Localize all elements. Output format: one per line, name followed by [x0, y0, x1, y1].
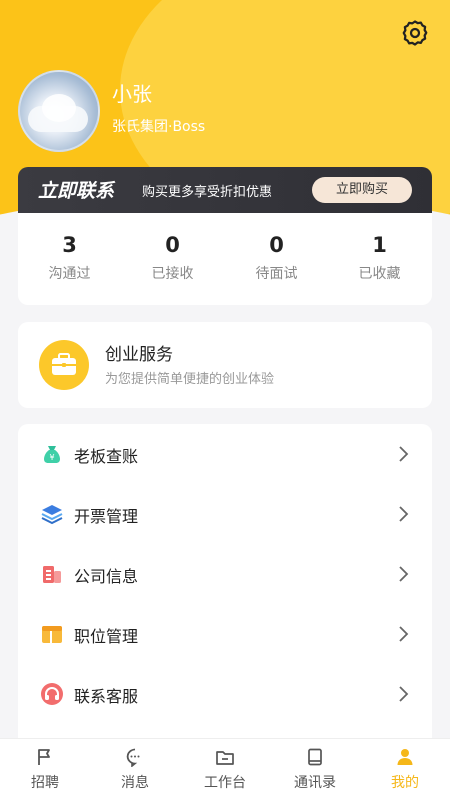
folder-icon: [215, 747, 235, 767]
tab-label: 通讯录: [294, 775, 336, 791]
user-icon: [395, 747, 415, 767]
stat-label: 已收藏: [358, 266, 401, 282]
briefcase-icon: [39, 340, 89, 390]
layers-icon: [40, 502, 64, 526]
menu-item-invoice-management[interactable]: 开票管理: [18, 484, 432, 544]
avatar-cloud: [42, 94, 76, 122]
menu-item-label: 公司信息: [74, 567, 139, 586]
tab-recruit[interactable]: 招聘: [0, 739, 90, 801]
menu-item-label: 老板查账: [74, 447, 139, 466]
bottom-tab-bar: 招聘 消息 工作台 通讯录 我的: [0, 738, 450, 801]
promo-subtitle: 购买更多享受折扣优惠: [142, 185, 273, 200]
tab-workbench[interactable]: 工作台: [180, 739, 270, 801]
chevron-right-icon: [398, 624, 410, 644]
svg-text:¥: ¥: [49, 453, 54, 462]
menu-item-label: 联系客服: [74, 687, 139, 706]
building-icon: [40, 562, 64, 586]
chat-icon: [125, 747, 145, 768]
menu-item-position-management[interactable]: 职位管理: [18, 604, 432, 664]
stat-value: 0: [269, 233, 284, 257]
menu-item-customer-service[interactable]: 联系客服: [18, 664, 432, 724]
book-icon: [305, 747, 325, 767]
service-title: 创业服务: [105, 345, 173, 365]
flag-icon: [35, 747, 55, 767]
headset-icon: [40, 682, 64, 706]
table-icon: [40, 622, 64, 646]
chevron-right-icon: [398, 684, 410, 704]
promo-banner[interactable]: 立即联系 购买更多享受折扣优惠 立即购买: [18, 167, 432, 213]
tab-label: 我的: [391, 775, 419, 791]
stat-label: 待面试: [255, 266, 298, 282]
avatar[interactable]: [18, 70, 100, 152]
tab-mine[interactable]: 我的: [360, 739, 450, 801]
stat-value: 0: [165, 233, 180, 257]
chevron-right-icon: [398, 444, 410, 464]
tab-label: 工作台: [204, 775, 246, 791]
startup-service-card[interactable]: 创业服务 为您提供简单便捷的创业体验: [18, 322, 432, 408]
stat-label: 已接收: [151, 266, 194, 282]
user-name: 小张: [112, 82, 152, 106]
stat-contacted[interactable]: 3 沟通过: [18, 213, 121, 283]
menu-item-label: 职位管理: [74, 627, 139, 646]
chevron-right-icon: [398, 504, 410, 524]
service-subtitle: 为您提供简单便捷的创业体验: [105, 372, 275, 387]
menu-item-label: 开票管理: [74, 507, 139, 526]
user-company: 张氏集团·Boss: [112, 119, 206, 135]
promo-title: 立即联系: [38, 180, 115, 202]
menu-list: ¥ 老板查账 开票管理 公司信息 职位管理 联系客服: [18, 424, 432, 744]
tab-messages[interactable]: 消息: [90, 739, 180, 801]
tab-contacts[interactable]: 通讯录: [270, 739, 360, 801]
menu-item-boss-accounts[interactable]: ¥ 老板查账: [18, 424, 432, 484]
stat-favorited[interactable]: 1 已收藏: [328, 213, 431, 283]
buy-now-button[interactable]: 立即购买: [312, 177, 412, 203]
money-bag-icon: ¥: [40, 442, 64, 466]
stat-received[interactable]: 0 已接收: [121, 213, 224, 283]
stat-label: 沟通过: [48, 266, 91, 282]
tab-label: 招聘: [31, 775, 59, 791]
stat-value: 3: [62, 233, 77, 257]
chevron-right-icon: [398, 564, 410, 584]
menu-item-company-info[interactable]: 公司信息: [18, 544, 432, 604]
stats-panel: 3 沟通过 0 已接收 0 待面试 1 已收藏: [18, 213, 432, 305]
stat-interview[interactable]: 0 待面试: [225, 213, 328, 283]
stat-value: 1: [372, 233, 387, 257]
tab-label: 消息: [121, 775, 149, 791]
settings-gear-icon[interactable]: [400, 18, 430, 48]
